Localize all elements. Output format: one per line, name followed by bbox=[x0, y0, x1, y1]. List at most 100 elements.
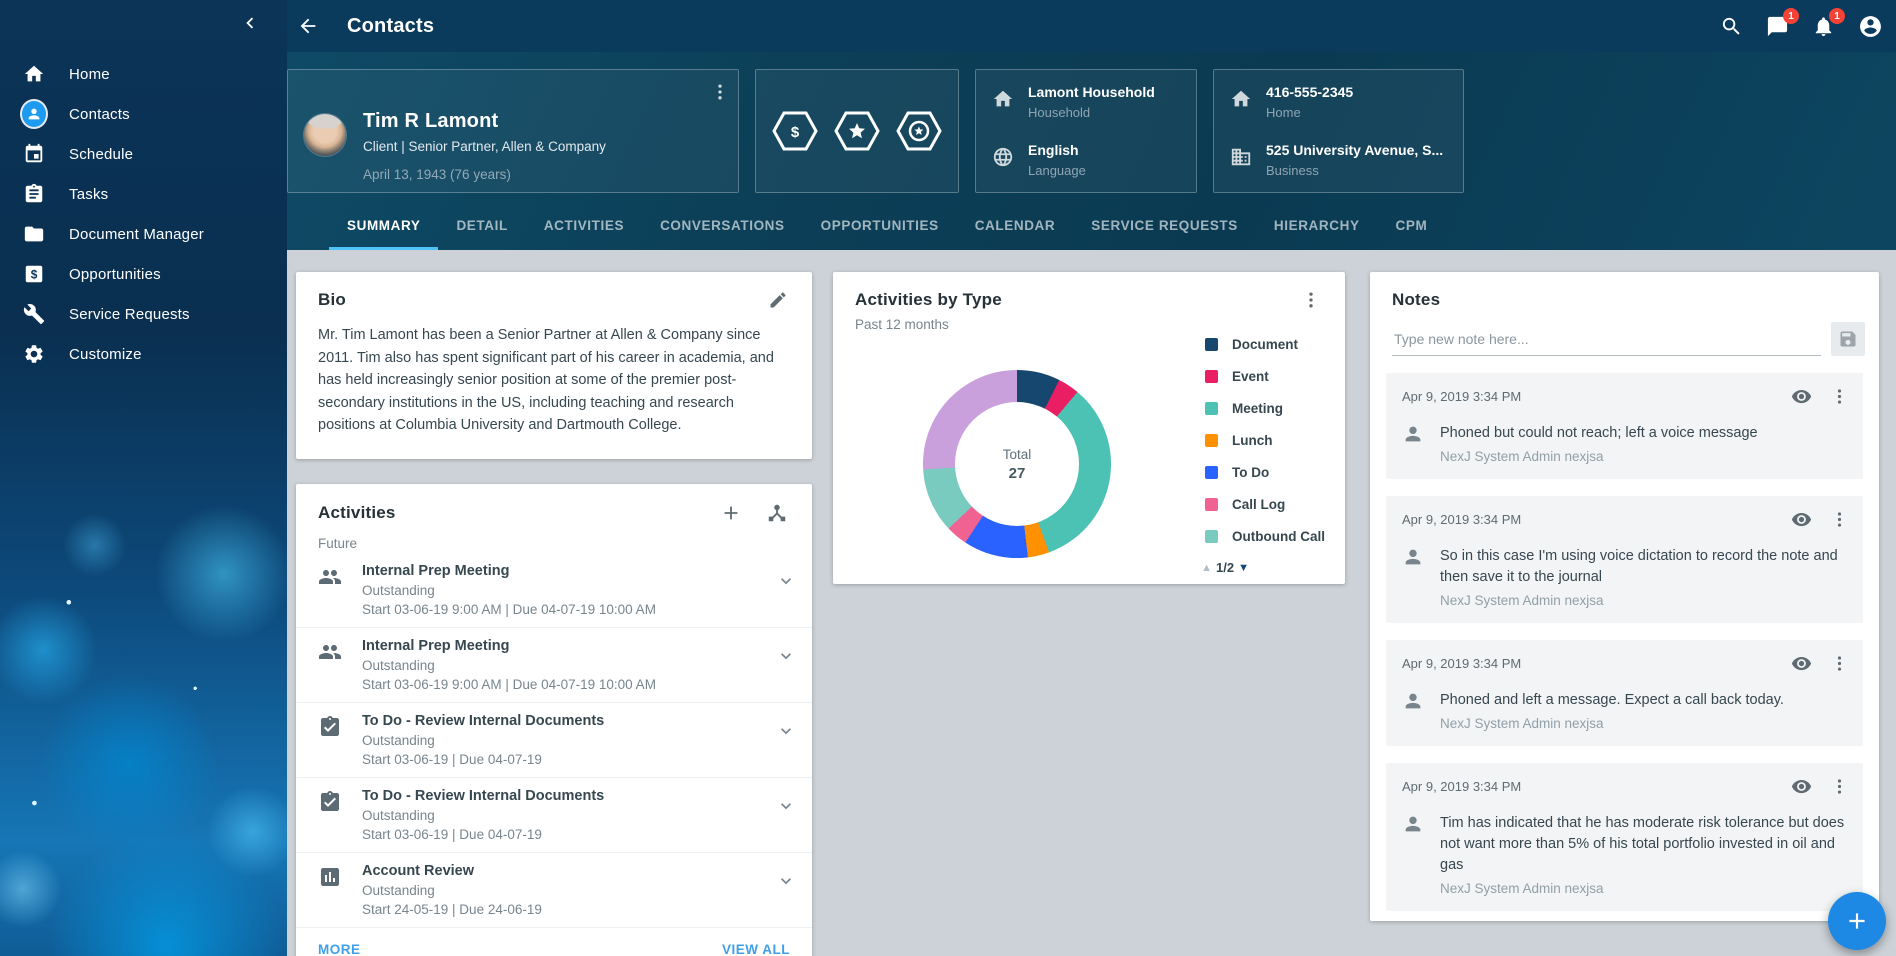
bio-text: Mr. Tim Lamont has been a Senior Partner… bbox=[296, 310, 812, 459]
sidebar-item-contacts[interactable]: Contacts bbox=[0, 94, 287, 134]
kebab-menu-icon bbox=[1830, 654, 1849, 673]
sidebar-item-document-manager[interactable]: Document Manager bbox=[0, 214, 287, 254]
chat-button[interactable]: 1 bbox=[1766, 13, 1792, 39]
hierarchy-view-button[interactable] bbox=[766, 502, 788, 524]
activity-title: To Do - Review Internal Documents bbox=[362, 788, 776, 804]
tab-summary[interactable]: SUMMARY bbox=[329, 203, 438, 250]
save-note-button[interactable] bbox=[1831, 322, 1865, 356]
note-visibility-button[interactable] bbox=[1791, 509, 1812, 530]
eye-icon bbox=[1791, 653, 1812, 674]
sidebar-item-tasks[interactable]: Tasks bbox=[0, 174, 287, 214]
building-icon bbox=[1230, 146, 1252, 168]
note-visibility-button[interactable] bbox=[1791, 776, 1812, 797]
chevron-down-icon[interactable] bbox=[776, 571, 796, 591]
sidebar-item-home[interactable]: Home bbox=[0, 54, 287, 94]
sidebar-item-label: Service Requests bbox=[69, 306, 190, 323]
note-menu-button[interactable] bbox=[1830, 510, 1849, 529]
tab-cpm[interactable]: CPM bbox=[1378, 203, 1446, 250]
dollar-square-icon: $ bbox=[22, 262, 46, 286]
household-row[interactable]: Lamont Household Household bbox=[992, 84, 1180, 120]
profile-menu-button[interactable] bbox=[710, 82, 730, 102]
contact-role: Client | Senior Partner, Allen & Company bbox=[363, 139, 606, 154]
activity-status: Outstanding bbox=[362, 583, 776, 598]
account-button[interactable] bbox=[1858, 13, 1884, 39]
activity-row[interactable]: To Do - Review Internal Documents Outsta… bbox=[296, 703, 812, 778]
legend-page-up-icon[interactable]: ▲ bbox=[1201, 562, 1212, 574]
contact-name: Tim R Lamont bbox=[363, 110, 606, 133]
household-language-card: Lamont Household Household English Langu… bbox=[975, 69, 1197, 193]
activity-status: Outstanding bbox=[362, 658, 776, 673]
note-text: Phoned and left a message. Expect a call… bbox=[1440, 690, 1784, 711]
phone-row[interactable]: 416-555-2345 Home bbox=[1230, 84, 1447, 120]
sidebar-nav: Home Contacts Schedule Tasks Document Ma… bbox=[0, 0, 287, 374]
chevron-down-icon[interactable] bbox=[776, 646, 796, 666]
sidebar-item-service-requests[interactable]: Service Requests bbox=[0, 294, 287, 334]
address-value: 525 University Avenue, S... bbox=[1266, 142, 1443, 158]
more-button[interactable]: MORE bbox=[318, 942, 361, 956]
note-text: So in this case I'm using voice dictatio… bbox=[1440, 546, 1849, 588]
activity-row[interactable]: Internal Prep Meeting Outstanding Start … bbox=[296, 628, 812, 703]
chevron-down-icon[interactable] bbox=[776, 721, 796, 741]
legend-page-down-icon[interactable]: ▼ bbox=[1238, 562, 1249, 574]
todo-task-icon bbox=[318, 715, 342, 739]
column-right: Notes Apr 9, 2019 3:34 PM bbox=[1370, 272, 1879, 921]
note-visibility-button[interactable] bbox=[1791, 386, 1812, 407]
address-row[interactable]: 525 University Avenue, S... Business bbox=[1230, 142, 1447, 178]
dollar-badge-icon: $ bbox=[771, 110, 819, 152]
tab-conversations[interactable]: CONVERSATIONS bbox=[642, 203, 803, 250]
edit-bio-button[interactable] bbox=[768, 290, 788, 310]
chevron-down-icon[interactable] bbox=[776, 871, 796, 891]
person-icon bbox=[1402, 546, 1424, 568]
view-all-button[interactable]: VIEW ALL bbox=[722, 942, 790, 956]
chevron-down-icon[interactable] bbox=[776, 796, 796, 816]
eye-icon bbox=[1791, 776, 1812, 797]
search-icon bbox=[1720, 15, 1743, 38]
column-left: Bio Mr. Tim Lamont has been a Senior Par… bbox=[296, 272, 812, 956]
tab-opportunities[interactable]: OPPORTUNITIES bbox=[803, 203, 957, 250]
language-row[interactable]: English Language bbox=[992, 142, 1180, 178]
contacts-icon bbox=[22, 102, 46, 126]
tab-hierarchy[interactable]: HIERARCHY bbox=[1256, 203, 1378, 250]
sidebar-item-schedule[interactable]: Schedule bbox=[0, 134, 287, 174]
activity-dates: Start 24-05-19 | Due 24-06-19 bbox=[362, 902, 776, 917]
note-text: Tim has indicated that he has moderate r… bbox=[1440, 813, 1849, 876]
add-note-fab[interactable] bbox=[1828, 892, 1886, 950]
tab-calendar[interactable]: CALENDAR bbox=[957, 203, 1074, 250]
note-menu-button[interactable] bbox=[1830, 654, 1849, 673]
legend-color-swatch bbox=[1205, 530, 1218, 543]
activity-row[interactable]: Account Review Outstanding Start 24-05-1… bbox=[296, 853, 812, 928]
sidebar-item-label: Home bbox=[69, 66, 110, 83]
svg-text:$: $ bbox=[31, 268, 38, 282]
sidebar-item-opportunities[interactable]: $ Opportunities bbox=[0, 254, 287, 294]
tab-service-requests[interactable]: SERVICE REQUESTS bbox=[1073, 203, 1256, 250]
notifications-badge: 1 bbox=[1829, 8, 1845, 24]
notifications-button[interactable]: 1 bbox=[1812, 13, 1838, 39]
tab-activities[interactable]: ACTIVITIES bbox=[526, 203, 642, 250]
person-icon bbox=[1402, 813, 1424, 835]
note-menu-button[interactable] bbox=[1830, 387, 1849, 406]
sidebar-item-customize[interactable]: Customize bbox=[0, 334, 287, 374]
activity-dates: Start 03-06-19 9:00 AM | Due 04-07-19 10… bbox=[362, 602, 776, 617]
add-activity-button[interactable] bbox=[720, 502, 742, 524]
activity-row[interactable]: To Do - Review Internal Documents Outsta… bbox=[296, 778, 812, 853]
search-button[interactable] bbox=[1720, 13, 1746, 39]
sidebar-item-label: Contacts bbox=[69, 106, 130, 123]
sidebar-collapse-button[interactable] bbox=[239, 12, 261, 34]
legend-item: Document bbox=[1205, 328, 1325, 360]
wrench-icon bbox=[22, 302, 46, 326]
kebab-menu-icon bbox=[1301, 290, 1321, 310]
kebab-menu-icon bbox=[1830, 777, 1849, 796]
activity-row[interactable]: Internal Prep Meeting Outstanding Start … bbox=[296, 553, 812, 628]
tab-detail[interactable]: DETAIL bbox=[438, 203, 525, 250]
sidebar-item-label: Tasks bbox=[69, 186, 108, 203]
note-text: Phoned but could not reach; left a voice… bbox=[1440, 423, 1758, 444]
note-menu-button[interactable] bbox=[1830, 777, 1849, 796]
bio-card: Bio Mr. Tim Lamont has been a Senior Par… bbox=[296, 272, 812, 459]
page-title: Contacts bbox=[347, 15, 434, 38]
chart-menu-button[interactable] bbox=[1301, 290, 1321, 310]
back-button[interactable] bbox=[297, 15, 319, 37]
tier-badges-card: $ bbox=[755, 69, 959, 193]
phone-label: Home bbox=[1266, 105, 1353, 120]
new-note-input[interactable] bbox=[1392, 323, 1821, 356]
note-visibility-button[interactable] bbox=[1791, 653, 1812, 674]
